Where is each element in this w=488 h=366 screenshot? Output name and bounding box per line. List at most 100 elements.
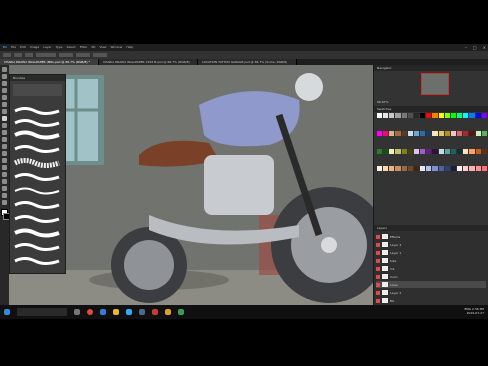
brush-strokes-list[interactable]	[10, 81, 65, 273]
color-swatch[interactable]	[407, 130, 413, 136]
color-swatch[interactable]	[444, 113, 450, 118]
color-swatch[interactable]	[450, 130, 457, 136]
color-swatch[interactable]	[426, 166, 432, 172]
color-swatch[interactable]	[413, 148, 420, 154]
explorer-icon[interactable]	[113, 309, 119, 315]
flow-field[interactable]	[76, 53, 90, 57]
hand-tool-icon[interactable]	[2, 193, 7, 198]
brush-size-picker[interactable]	[14, 53, 22, 57]
edge-icon[interactable]	[100, 309, 106, 315]
color-swatch[interactable]	[444, 148, 450, 154]
color-swatch[interactable]	[407, 148, 413, 154]
color-swatch[interactable]	[377, 166, 383, 172]
history-brush-tool-icon[interactable]	[2, 130, 7, 135]
color-swatch[interactable]	[383, 113, 389, 118]
navigator-thumbnail[interactable]	[421, 73, 449, 95]
menu-type[interactable]: Type	[56, 44, 63, 51]
healing-tool-icon[interactable]	[2, 109, 7, 114]
menu-filter[interactable]: Filter	[80, 44, 87, 51]
zoom-tool-icon[interactable]	[2, 200, 7, 205]
color-swatch[interactable]	[457, 166, 463, 172]
color-swatch[interactable]	[432, 148, 438, 154]
dodge-tool-icon[interactable]	[2, 158, 7, 163]
color-swatch[interactable]	[383, 148, 389, 154]
color-swatch[interactable]	[475, 113, 481, 118]
color-swatch[interactable]	[457, 148, 463, 154]
eraser-tool-icon[interactable]	[2, 137, 7, 142]
chrome-icon[interactable]	[87, 309, 93, 315]
menu-3d[interactable]: 3D	[91, 44, 95, 51]
color-swatch[interactable]	[389, 130, 395, 136]
stamp-tool-icon[interactable]	[2, 123, 7, 128]
eye-icon[interactable]	[376, 250, 380, 255]
eye-icon[interactable]	[376, 258, 380, 263]
color-swatch[interactable]	[432, 130, 438, 136]
layer-row[interactable]: bike	[376, 257, 486, 264]
shape-tool-icon[interactable]	[2, 186, 7, 191]
color-swatch[interactable]	[469, 113, 475, 118]
color-swatch[interactable]	[401, 148, 407, 154]
eye-icon[interactable]	[376, 234, 380, 239]
color-swatch[interactable]	[407, 113, 413, 118]
color-swatch[interactable]	[438, 113, 444, 118]
menu-select[interactable]: Select	[66, 44, 75, 51]
path-select-tool-icon[interactable]	[2, 179, 7, 184]
color-swatch[interactable]	[395, 113, 401, 118]
color-swatch[interactable]	[469, 166, 475, 172]
color-swatch[interactable]	[426, 148, 432, 154]
color-swatch[interactable]	[389, 166, 395, 172]
color-swatch[interactable]	[457, 130, 463, 136]
color-swatch[interactable]	[463, 113, 469, 118]
layer-row-selected[interactable]: Lines	[376, 281, 486, 288]
color-swatch[interactable]	[432, 166, 438, 172]
eye-icon[interactable]	[376, 274, 380, 279]
color-swatch[interactable]	[413, 130, 420, 136]
folder-icon[interactable]	[165, 309, 171, 315]
color-swatch[interactable]	[420, 113, 426, 118]
eye-icon[interactable]	[376, 290, 380, 295]
start-icon[interactable]	[4, 309, 10, 315]
menu-layer[interactable]: Layer	[43, 44, 51, 51]
color-swatch[interactable]	[413, 166, 420, 172]
mode-dropdown[interactable]	[36, 53, 56, 57]
color-swatch[interactable]	[444, 130, 450, 136]
menu-window[interactable]: Window	[111, 44, 123, 51]
move-tool-icon[interactable]	[2, 67, 7, 72]
pen-tool-icon[interactable]	[2, 165, 7, 170]
color-swatch[interactable]	[432, 113, 438, 118]
marquee-tool-icon[interactable]	[2, 74, 7, 79]
crop-tool-icon[interactable]	[2, 95, 7, 100]
steam-icon[interactable]	[139, 309, 145, 315]
search-icon[interactable]	[17, 308, 67, 316]
close-icon[interactable]: ×	[483, 44, 486, 51]
eye-icon[interactable]	[376, 242, 380, 247]
eye-icon[interactable]	[376, 282, 380, 287]
ps-logo-icon[interactable]: Ps	[3, 44, 7, 51]
color-swatch[interactable]	[401, 166, 407, 172]
layer-row[interactable]: Layer 3	[376, 241, 486, 248]
color-swatch[interactable]	[481, 130, 487, 136]
color-swatch[interactable]	[475, 148, 481, 154]
minimize-icon[interactable]: –	[465, 44, 467, 51]
color-swatch[interactable]	[450, 113, 457, 118]
color-swatch[interactable]	[395, 166, 401, 172]
color-swatch[interactable]	[475, 166, 481, 172]
color-swatch[interactable]	[407, 166, 413, 172]
menu-image[interactable]: Image	[30, 44, 39, 51]
color-swatch[interactable]	[463, 148, 469, 154]
quick-select-tool-icon[interactable]	[2, 88, 7, 93]
lasso-tool-icon[interactable]	[2, 81, 7, 86]
color-swatch[interactable]	[420, 130, 426, 136]
color-swatch[interactable]	[444, 166, 450, 172]
swatch-grid[interactable]	[377, 113, 487, 183]
color-swatch[interactable]	[383, 166, 389, 172]
color-swatch[interactable]	[438, 130, 444, 136]
opacity-field[interactable]	[59, 53, 73, 57]
media-icon[interactable]	[152, 309, 158, 315]
menu-file[interactable]: File	[11, 44, 16, 51]
layer-row[interactable]: Ink	[376, 265, 486, 272]
color-swatch[interactable]	[413, 113, 420, 118]
color-swatch[interactable]	[463, 130, 469, 136]
color-swatch[interactable]	[481, 148, 487, 154]
clock-date[interactable]: 2019-07-27	[464, 311, 484, 315]
